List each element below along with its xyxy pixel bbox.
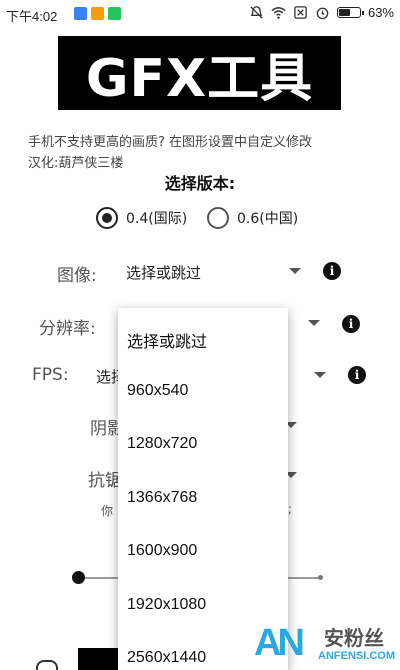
fps-dropdown-caret-icon[interactable]: [314, 372, 326, 378]
title-banner: GFX工具: [58, 36, 341, 110]
dropdown-item-960x540[interactable]: 960x540: [127, 382, 188, 400]
green-app-icon: [108, 7, 121, 20]
note-left-text: 你: [101, 504, 114, 518]
radio-selected-icon[interactable]: [96, 207, 118, 229]
dropdown-item-1280x720[interactable]: 1280x720: [127, 435, 197, 453]
fps-label: FPS:: [32, 365, 69, 385]
battery-level: [338, 9, 351, 16]
slider-end-dot: [318, 575, 323, 580]
radio-label-cn: 0.6(中国): [237, 211, 299, 227]
resolution-dropdown-menu[interactable]: 选择或跳过 960x540 1280x720 1366x768 1600x900…: [118, 308, 288, 670]
version-title: 选择版本:: [164, 174, 236, 193]
watermark-en: ANFENSI.COM: [318, 650, 395, 662]
resolution-label: 分辨率:: [39, 319, 96, 339]
hint-text: 手机不支持更高的画质? 在图形设置中自定义修改: [28, 135, 313, 150]
sim-icon: [294, 6, 307, 19]
dropdown-item-1600x900[interactable]: 1600x900: [127, 542, 197, 560]
mute-icon: [250, 6, 263, 19]
status-bar: 下午4:02 63%: [0, 0, 400, 28]
image-info-icon[interactable]: i: [323, 262, 341, 280]
wifi-icon: [271, 7, 286, 19]
watermark-logo: AN: [254, 622, 305, 665]
credit-text: 汉化:葫芦侠三楼: [28, 156, 124, 171]
fps-info-icon[interactable]: i: [348, 366, 366, 384]
status-time: 下午4:02: [6, 9, 58, 24]
watermark: AN 安粉丝 ANFENSI.COM: [252, 620, 400, 670]
battery-icon: [336, 7, 364, 18]
dropdown-item-1366x768[interactable]: 1366x768: [127, 489, 197, 507]
slider-handle[interactable]: [72, 571, 85, 584]
note-right-text: ;: [288, 502, 293, 516]
antialias-label: 抗锯: [88, 471, 122, 491]
watermark-logo-text: AN: [254, 622, 305, 664]
radio-label-intl: 0.4(国际): [126, 211, 188, 227]
alarm-icon: [316, 7, 329, 20]
resolution-info-icon[interactable]: i: [342, 315, 360, 333]
app-title: GFX工具: [85, 48, 314, 109]
orange-app-icon: [91, 7, 104, 20]
dropdown-item-1920x1080[interactable]: 1920x1080: [127, 596, 206, 614]
radio-option-intl[interactable]: 0.4(国际): [96, 207, 187, 229]
bottom-partial-icon: [36, 660, 58, 670]
image-select-value[interactable]: 选择或跳过: [126, 262, 201, 283]
image-label: 图像:: [57, 266, 97, 286]
dropdown-item-2560x1440[interactable]: 2560x1440: [127, 649, 206, 667]
status-right: 63%: [249, 5, 394, 20]
image-dropdown-caret-icon[interactable]: [289, 268, 301, 274]
resolution-dropdown-caret-icon[interactable]: [308, 320, 320, 326]
battery-percent: 63%: [367, 5, 394, 20]
radio-unselected-icon[interactable]: [207, 207, 229, 229]
radio-option-cn[interactable]: 0.6(中国): [207, 207, 298, 229]
dropdown-item-skip[interactable]: 选择或跳过: [127, 328, 207, 352]
watermark-cn: 安粉丝: [324, 626, 384, 650]
shield-app-icon: [74, 7, 87, 20]
